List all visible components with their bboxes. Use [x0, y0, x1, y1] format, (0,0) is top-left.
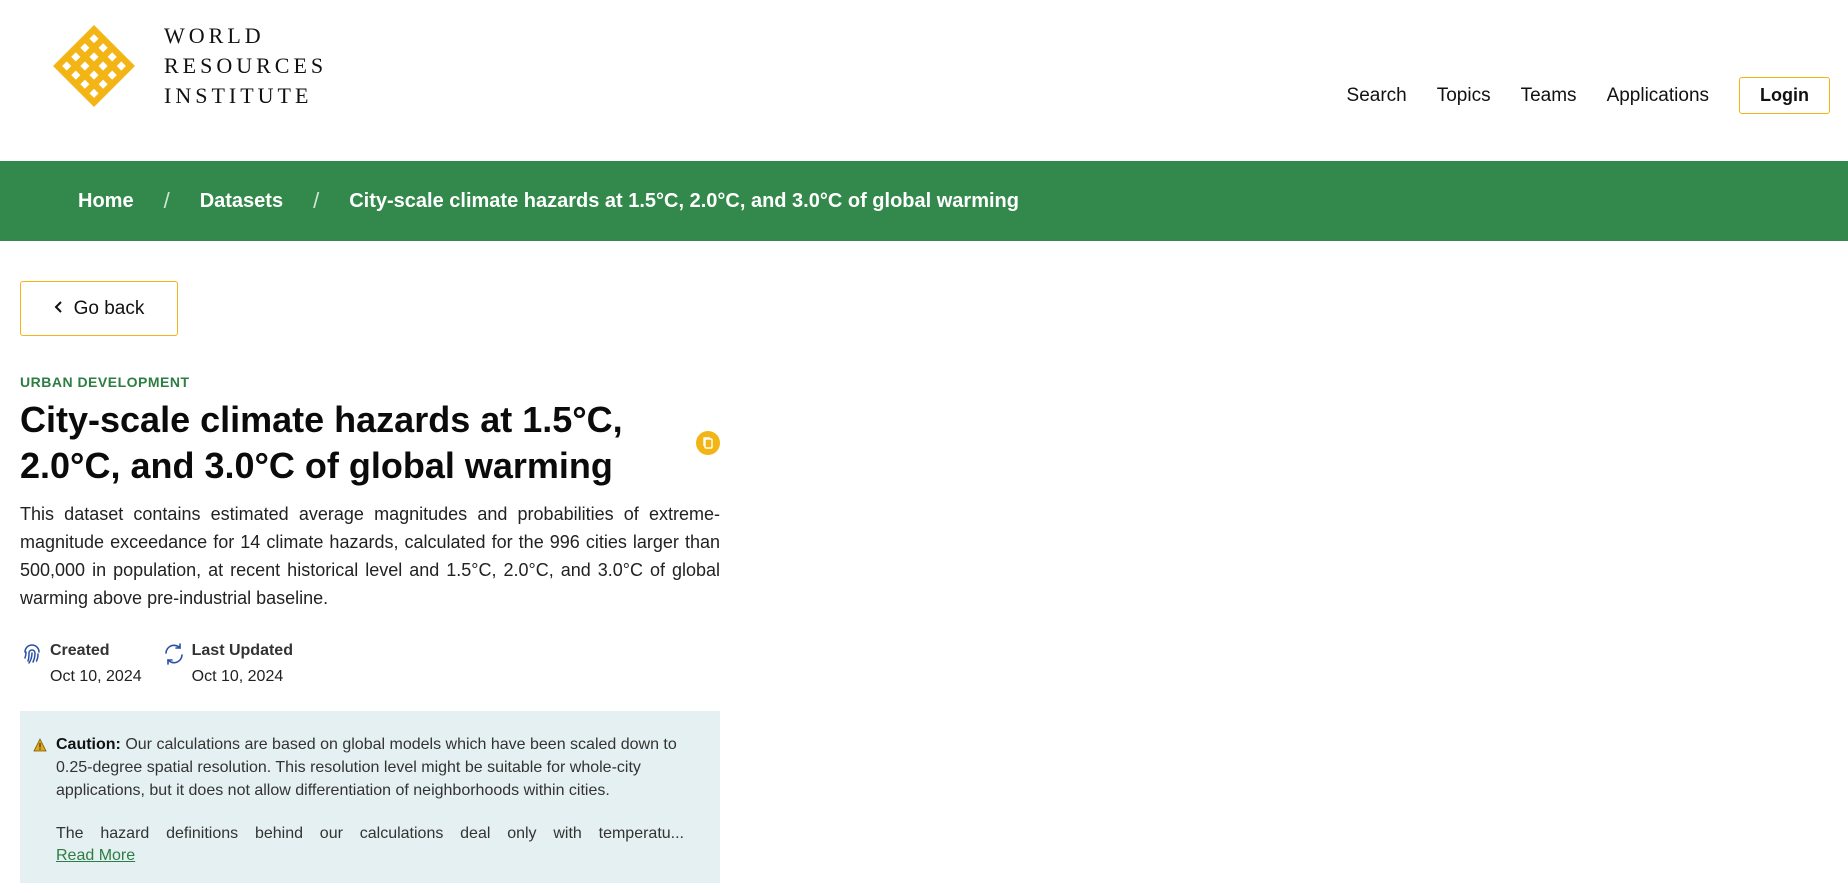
breadcrumb-home[interactable]: Home: [78, 190, 134, 213]
nav-search[interactable]: Search: [1347, 85, 1407, 107]
caution-text-2: The hazard definitions behind our calcul…: [56, 825, 684, 842]
chevron-left-icon: [54, 298, 64, 319]
refresh-icon: [164, 643, 183, 665]
breadcrumb: Home / Datasets / City-scale climate haz…: [0, 161, 1848, 241]
main-nav: Search Topics Teams Applications Login: [1347, 77, 1830, 114]
breadcrumb-separator: /: [163, 188, 170, 213]
nav-applications[interactable]: Applications: [1607, 85, 1709, 107]
caution-paragraph-1: Caution: Our calculations are based on g…: [56, 733, 684, 802]
dataset-description: This dataset contains estimated average …: [20, 504, 720, 608]
go-back-label: Go back: [73, 297, 145, 319]
caution-text-1: Our calculations are based on global mod…: [56, 736, 677, 799]
caution-box: Caution: Our calculations are based on g…: [20, 711, 720, 883]
created-meta: Created Oct 10, 2024: [20, 640, 142, 688]
nav-topics[interactable]: Topics: [1437, 85, 1491, 107]
logo-line-1: WORLD: [164, 23, 265, 48]
dataset-category: URBAN DEVELOPMENT: [20, 374, 190, 390]
dataset-meta: Created Oct 10, 2024 Last Updated Oct 10…: [20, 640, 313, 688]
created-label: Created: [50, 642, 110, 659]
page-title: City-scale climate hazards at 1.5°C, 2.0…: [20, 399, 623, 486]
wri-logo[interactable]: WORLD RESOURCES INSTITUTE: [48, 20, 327, 112]
login-button[interactable]: Login: [1739, 77, 1830, 114]
created-value: Oct 10, 2024: [50, 668, 142, 685]
nav-teams[interactable]: Teams: [1521, 85, 1577, 107]
site-header: WORLD RESOURCES INSTITUTE Search Topics …: [0, 0, 1848, 161]
breadcrumb-separator: /: [313, 188, 320, 213]
copy-icon[interactable]: [696, 431, 720, 455]
warning-icon: [33, 738, 47, 752]
read-more-link[interactable]: Read More: [56, 847, 684, 865]
logo-text: WORLD RESOURCES INSTITUTE: [164, 21, 327, 111]
logo-line-3: INSTITUTE: [164, 83, 313, 108]
updated-value: Oct 10, 2024: [191, 668, 284, 685]
caution-label: Caution:: [56, 736, 121, 753]
logo-line-2: RESOURCES: [164, 53, 328, 78]
go-back-button[interactable]: Go back: [20, 281, 178, 336]
breadcrumb-datasets[interactable]: Datasets: [200, 190, 283, 213]
fingerprint-icon: [24, 644, 40, 664]
updated-label: Last Updated: [191, 642, 293, 659]
wri-knot-logo-icon: [53, 25, 135, 107]
breadcrumb-current: City-scale climate hazards at 1.5°C, 2.0…: [349, 189, 1019, 212]
updated-meta: Last Updated Oct 10, 2024: [162, 640, 293, 688]
